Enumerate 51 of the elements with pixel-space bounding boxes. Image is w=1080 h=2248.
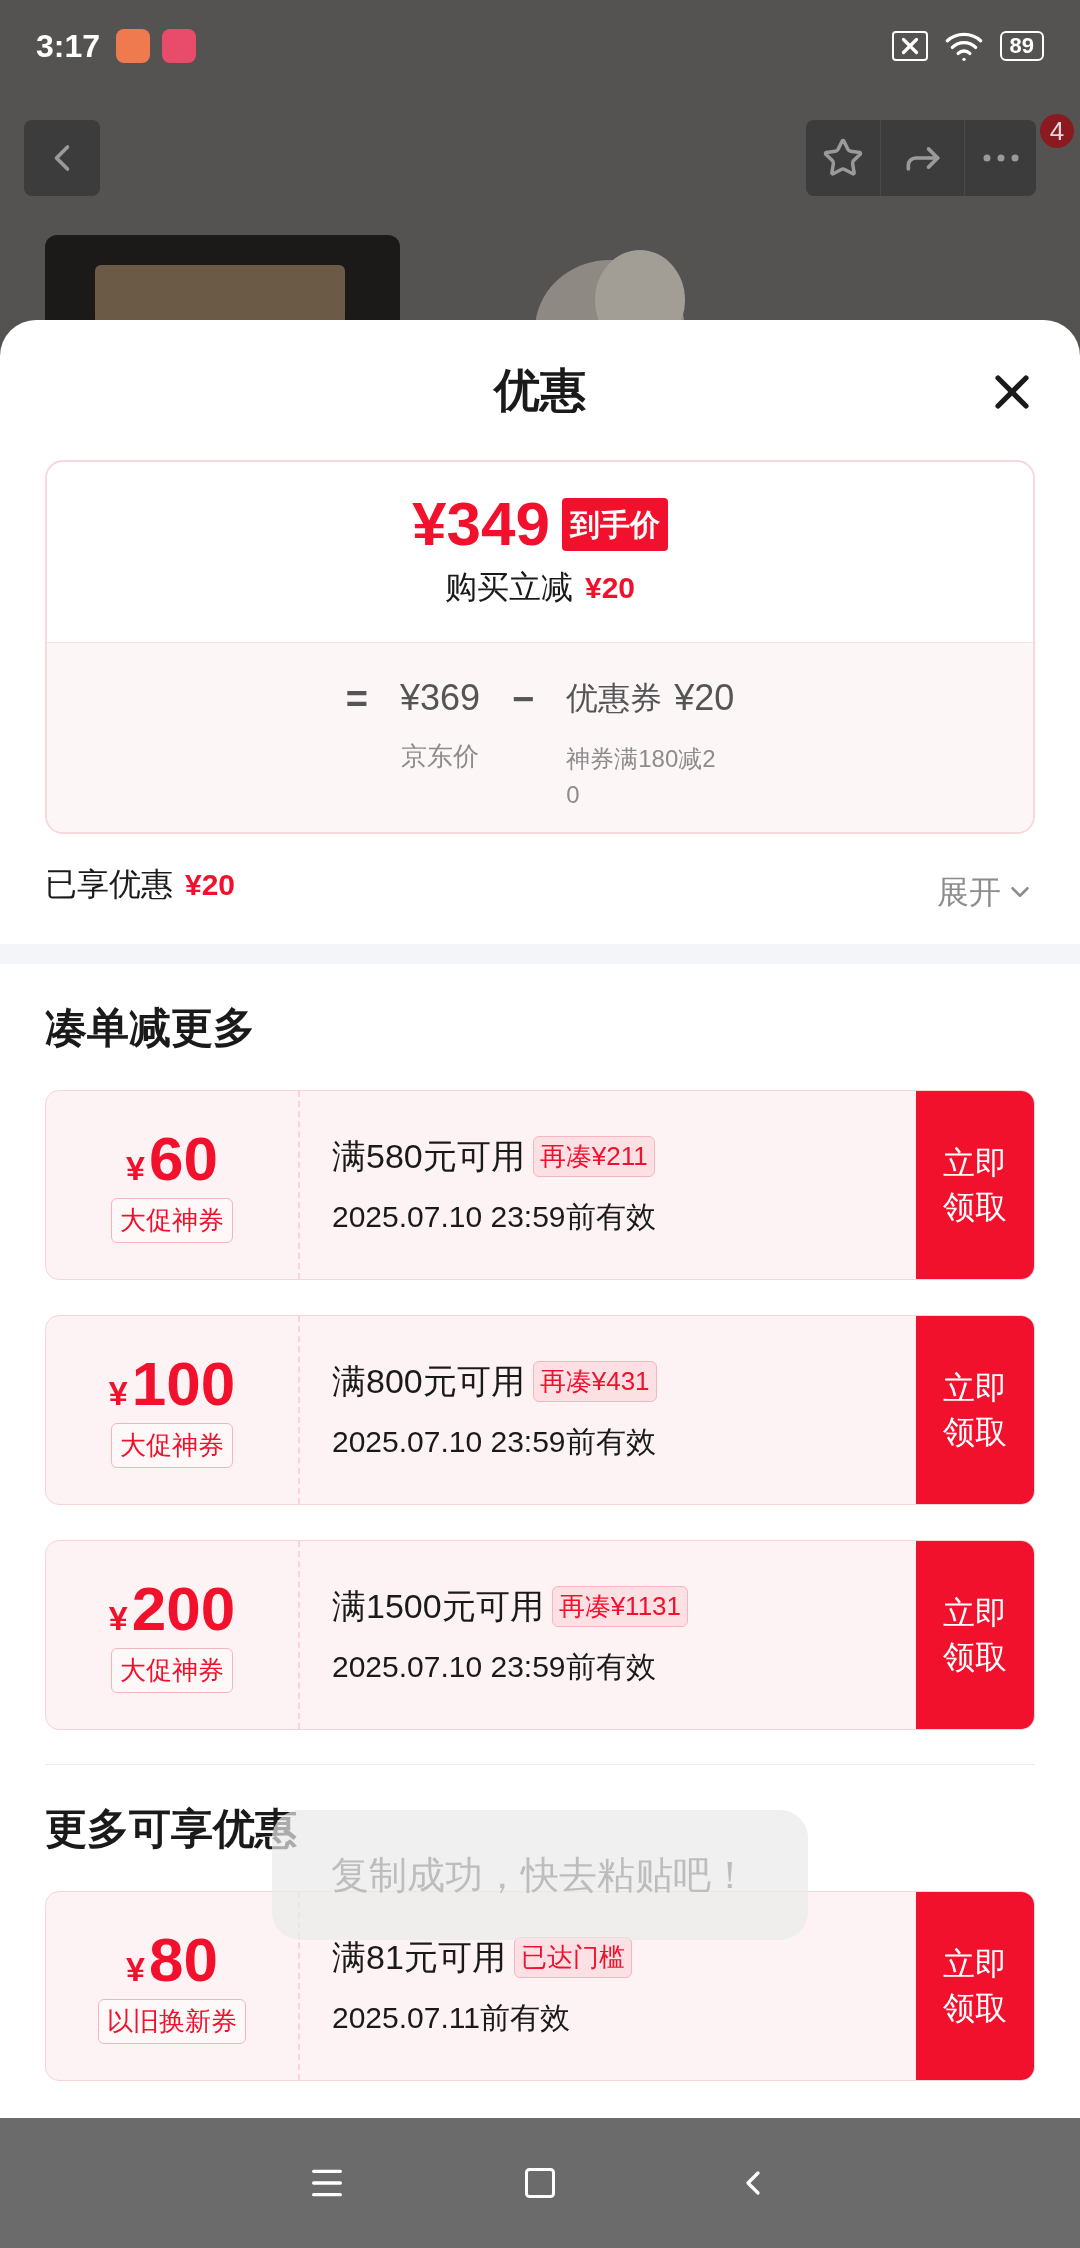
coupon-note: 神券满180减20 — [566, 744, 717, 810]
claim-button[interactable]: 立即领取 — [916, 1091, 1034, 1279]
enjoyed-amount: ¥20 — [185, 866, 236, 903]
coupon-amount: ¥100 — [108, 1352, 236, 1415]
equals-sign: = — [345, 677, 368, 722]
base-price: ¥369 — [399, 676, 480, 720]
app-icon — [116, 29, 151, 63]
coupon-amount: ¥60 — [126, 1127, 218, 1190]
coupon-amount: ¥80 — [126, 1928, 218, 1991]
more-icon — [982, 154, 1019, 162]
sheet-title: 优惠 — [494, 362, 586, 418]
coupon-tag: 再凑¥211 — [532, 1136, 655, 1177]
section-title: 凑单减更多 — [45, 1002, 255, 1053]
coupon-validity: 2025.07.10 23:59前有效 — [332, 1649, 657, 1685]
coupon-condition: 满580元可用 — [332, 1136, 525, 1177]
claim-button[interactable]: 立即领取 — [916, 1316, 1034, 1504]
notification-badge: 4 — [1040, 114, 1074, 148]
status-time: 3:17 — [36, 27, 101, 66]
coupon-label: 优惠券 — [566, 679, 663, 718]
star-icon — [822, 137, 864, 179]
discount-amount: ¥20 — [584, 569, 636, 606]
base-price-label: 京东价 — [400, 740, 479, 773]
home-icon — [522, 2165, 558, 2201]
coupon-condition: 满81元可用 — [332, 1937, 506, 1978]
coupon-type-tag: 大促神券 — [111, 1647, 233, 1693]
section-title: 更多可享优惠 — [45, 1803, 297, 1854]
coupon-tag: 已达门槛 — [513, 1937, 632, 1978]
battery-icon: 89 — [999, 31, 1044, 61]
enjoyed-label: 已享优惠 — [45, 865, 173, 904]
expand-button[interactable]: 展开 — [937, 868, 1035, 916]
coupon-amount: ¥20 — [674, 676, 735, 720]
app-icon — [162, 29, 197, 63]
coupon-type-tag: 大促神券 — [111, 1197, 233, 1243]
coupon-tag: 再凑¥1131 — [551, 1586, 688, 1627]
coupon-validity: 2025.07.11前有效 — [332, 2000, 571, 2036]
discount-label: 购买立减 — [444, 568, 573, 607]
final-price: ¥349 — [412, 493, 550, 555]
final-price-tag: 到手价 — [561, 497, 668, 551]
coupon-type-tag: 大促神券 — [111, 1422, 233, 1468]
claim-button[interactable]: 立即领取 — [916, 1892, 1034, 2080]
coupon-validity: 2025.07.10 23:59前有效 — [332, 1424, 657, 1460]
no-sim-icon — [891, 31, 928, 61]
coupon-amount: ¥200 — [108, 1577, 236, 1640]
coupon-tag: 再凑¥431 — [532, 1361, 657, 1402]
coupon-validity: 2025.07.10 23:59前有效 — [332, 1199, 657, 1235]
coupon-type-tag: 以旧换新券 — [98, 1998, 246, 2044]
coupon-condition: 满800元可用 — [332, 1361, 525, 1402]
minus-sign: − — [512, 677, 535, 722]
home-button[interactable] — [522, 2165, 558, 2201]
claim-button[interactable]: 立即领取 — [916, 1541, 1034, 1729]
coupon-condition: 满1500元可用 — [332, 1586, 544, 1627]
